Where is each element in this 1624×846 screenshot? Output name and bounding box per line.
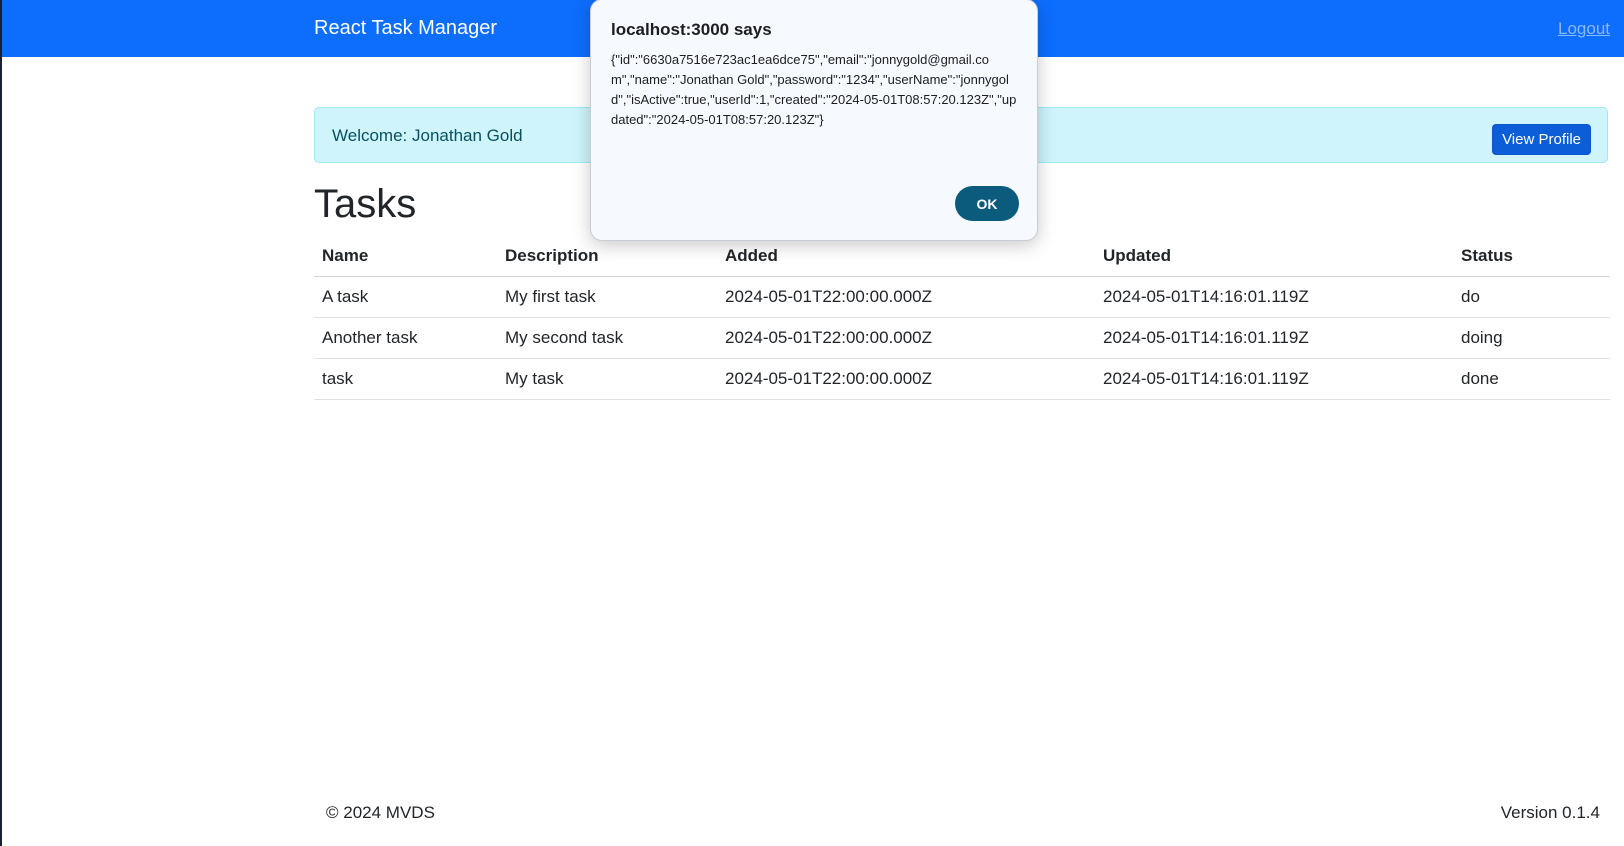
task-name-cell: A task [314, 276, 497, 318]
table-row: Another task My second task 2024-05-01T2… [314, 317, 1610, 359]
logout-link[interactable]: Logout [1558, 19, 1610, 39]
task-description-cell: My task [497, 358, 717, 400]
task-name-cell: Another task [314, 317, 497, 359]
dialog-message: {"id":"6630a7516e723ac1ea6dce75","email"… [611, 52, 1017, 127]
task-description-cell: My first task [497, 276, 717, 318]
navbar-brand[interactable]: React Task Manager [314, 17, 497, 40]
footer-copyright: © 2024 MVDS [326, 803, 435, 822]
view-profile-button[interactable]: View Profile [1492, 124, 1591, 155]
column-header-name: Name [314, 236, 497, 277]
task-added-cell: 2024-05-01T22:00:00.000Z [717, 317, 1095, 359]
table-header-row: Name Description Added Updated Status [314, 236, 1610, 277]
browser-window: React Task Manager Logout Welcome: Jonat… [2, 0, 1624, 846]
column-header-status: Status [1453, 236, 1610, 277]
column-header-added: Added [717, 236, 1095, 277]
table-row: task My task 2024-05-01T22:00:00.000Z 20… [314, 358, 1610, 400]
task-name-cell: task [314, 358, 497, 400]
welcome-text: Welcome: Jonathan Gold [332, 126, 523, 145]
task-added-cell: 2024-05-01T22:00:00.000Z [717, 276, 1095, 318]
page-title: Tasks [314, 182, 417, 226]
task-status-cell: do [1453, 276, 1610, 318]
task-updated-cell: 2024-05-01T14:16:01.119Z [1095, 276, 1453, 318]
task-description-cell: My second task [497, 317, 717, 359]
task-status-cell: done [1453, 358, 1610, 400]
task-added-cell: 2024-05-01T22:00:00.000Z [717, 358, 1095, 400]
task-updated-cell: 2024-05-01T14:16:01.119Z [1095, 358, 1453, 400]
ok-button[interactable]: OK [955, 186, 1019, 221]
task-status-cell: doing [1453, 317, 1610, 359]
alert-dialog: localhost:3000 says {"id":"6630a7516e723… [590, 0, 1038, 241]
task-updated-cell: 2024-05-01T14:16:01.119Z [1095, 317, 1453, 359]
footer-version: Version 0.1.4 [1500, 803, 1600, 822]
dialog-title: localhost:3000 says [611, 20, 772, 39]
column-header-description: Description [497, 236, 717, 277]
tasks-table: Name Description Added Updated Status A … [314, 236, 1610, 400]
table-row: A task My first task 2024-05-01T22:00:00… [314, 276, 1610, 318]
column-header-updated: Updated [1095, 236, 1453, 277]
